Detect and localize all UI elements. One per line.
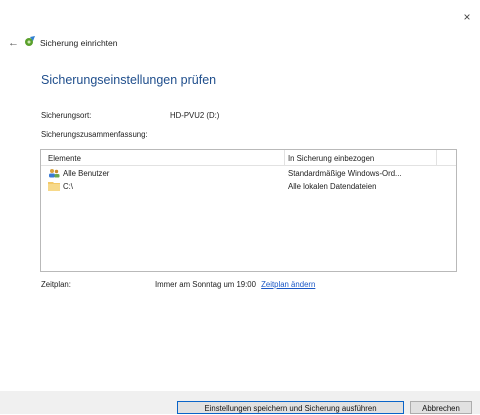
cancel-button[interactable]: Abbrechen bbox=[410, 401, 472, 414]
backup-location-label: Sicherungsort: bbox=[41, 111, 92, 120]
column-header-elements[interactable]: Elemente bbox=[48, 154, 81, 163]
item-name: Alle Benutzer bbox=[63, 169, 110, 178]
window-titlebar bbox=[0, 0, 480, 28]
list-header: Elemente In Sicherung einbezogen bbox=[41, 150, 456, 166]
column-divider bbox=[436, 150, 437, 165]
backup-app-icon bbox=[25, 36, 35, 46]
backup-location-value: HD-PVU2 (D:) bbox=[170, 111, 220, 120]
item-name: C:\ bbox=[63, 182, 73, 191]
backup-summary-list[interactable]: Elemente In Sicherung einbezogen Alle Be… bbox=[40, 149, 457, 272]
column-divider bbox=[284, 150, 285, 165]
schedule-value: Immer am Sonntag um 19:00 Zeitplan änder… bbox=[155, 280, 315, 289]
users-icon bbox=[49, 169, 60, 178]
schedule-text: Immer am Sonntag um 19:00 bbox=[155, 280, 256, 289]
list-item[interactable]: C:\ Alle lokalen Datendateien bbox=[41, 180, 456, 192]
item-included: Standardmäßige Windows-Ord... bbox=[288, 169, 402, 178]
close-icon[interactable]: × bbox=[462, 11, 472, 23]
back-arrow-icon[interactable]: ← bbox=[8, 37, 19, 49]
schedule-label: Zeitplan: bbox=[41, 280, 71, 289]
change-schedule-link[interactable]: Zeitplan ändern bbox=[261, 280, 315, 289]
save-and-run-backup-button[interactable]: Einstellungen speichern und Sicherung au… bbox=[177, 401, 404, 414]
summary-label: Sicherungszusammenfassung: bbox=[41, 130, 148, 139]
item-included: Alle lokalen Datendateien bbox=[288, 182, 377, 191]
window-title: Sicherung einrichten bbox=[40, 38, 118, 48]
folder-icon bbox=[48, 182, 60, 191]
column-header-included[interactable]: In Sicherung einbezogen bbox=[288, 154, 374, 163]
list-item[interactable]: Alle Benutzer Standardmäßige Windows-Ord… bbox=[41, 167, 456, 179]
page-title: Sicherungseinstellungen prüfen bbox=[41, 73, 217, 87]
